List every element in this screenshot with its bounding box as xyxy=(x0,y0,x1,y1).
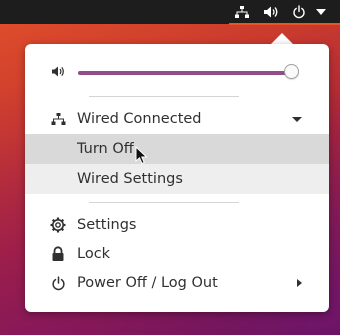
power-icon xyxy=(293,5,305,19)
network-wired-icon xyxy=(50,111,66,127)
wired-connection-label: Wired Connected xyxy=(77,111,202,127)
volume-status-button[interactable] xyxy=(260,0,282,24)
turn-off-item[interactable]: Turn Off xyxy=(25,134,329,164)
volume-slider[interactable] xyxy=(78,64,299,79)
volume-slider-fill xyxy=(78,71,292,75)
settings-item[interactable]: Settings xyxy=(25,210,329,240)
top-bar xyxy=(0,0,340,25)
lock-label: Lock xyxy=(77,246,111,262)
menu-pointer xyxy=(271,33,293,44)
chevron-down-icon xyxy=(292,116,302,122)
power-status-button[interactable] xyxy=(289,0,309,24)
system-menu: Wired Connected Turn Off Wired Settings xyxy=(25,44,329,312)
lock-item[interactable]: Lock xyxy=(25,239,329,269)
active-indicator xyxy=(229,23,340,25)
network-wired-icon xyxy=(235,5,249,18)
wired-connection-item[interactable]: Wired Connected xyxy=(25,104,329,134)
power-off-label: Power Off / Log Out xyxy=(77,275,218,291)
lock-icon xyxy=(50,246,66,262)
separator xyxy=(89,96,239,97)
turn-off-label: Turn Off xyxy=(77,141,134,157)
wired-settings-item[interactable]: Wired Settings xyxy=(25,164,329,194)
system-menu-toggle[interactable] xyxy=(312,0,330,24)
separator xyxy=(89,202,239,203)
power-off-item[interactable]: Power Off / Log Out xyxy=(25,268,329,298)
gear-icon xyxy=(50,217,66,233)
settings-label: Settings xyxy=(77,217,137,233)
network-status-button[interactable] xyxy=(229,0,255,24)
speaker-icon xyxy=(52,66,64,77)
power-icon xyxy=(50,275,66,291)
volume-icon xyxy=(264,6,278,18)
mouse-cursor-icon xyxy=(135,146,148,165)
wired-settings-label: Wired Settings xyxy=(77,171,183,187)
menu-arrow-icon xyxy=(316,9,326,15)
volume-slider-knob[interactable] xyxy=(283,64,299,79)
chevron-right-icon xyxy=(297,279,302,287)
